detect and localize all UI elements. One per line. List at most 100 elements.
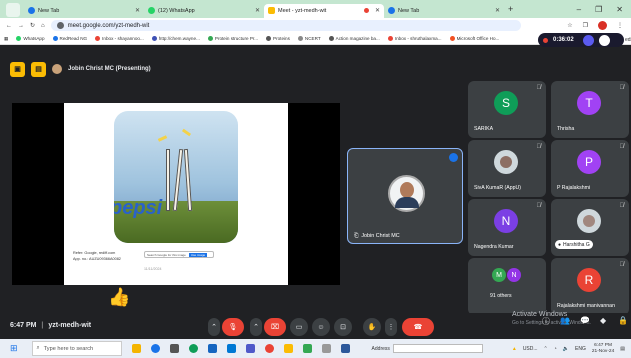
mail-icon[interactable] [226,344,236,353]
store-icon[interactable] [207,344,217,353]
participant-tile[interactable]: 🎙̸ R Rajalakshmi manivannan [551,258,629,315]
volume-icon[interactable]: 🔈 [563,346,569,352]
bookmark-star-icon[interactable]: ☆ [567,22,572,29]
activities-icon[interactable]: ◆ [600,316,606,325]
image-search-bar[interactable]: Search Google for this image Use image [144,251,214,258]
edge-icon[interactable] [188,344,198,353]
participant-tile[interactable]: 🎙̸ N Nagendra Kumar [468,199,546,256]
use-image-button[interactable]: Use image [188,252,208,257]
home-icon[interactable]: ⌂ [41,23,45,29]
close-icon[interactable]: ✕ [495,7,500,14]
address-input[interactable] [392,344,483,353]
cortana-icon[interactable] [150,344,160,353]
layout-icon[interactable]: ▣ [10,61,25,77]
settings-icon[interactable] [321,344,331,353]
stop-recording-button[interactable] [582,34,594,46]
url-field[interactable]: meet.google.com/yzt-medh-wit [50,20,521,31]
camera-off-button[interactable]: ⌧ [264,318,286,336]
bookmark-item[interactable]: Proteins [266,36,290,41]
windows-start-icon[interactable]: ⊞ [10,343,18,354]
tray-overflow-icon[interactable]: ⌃ [544,346,548,352]
emoji-button[interactable]: ☺ [312,318,330,336]
tab-whatsapp[interactable]: (12) WhatsApp ✕ [144,4,264,18]
mic-off-icon: 🎙̸ [619,262,625,268]
present-button[interactable]: ⊡ [334,318,352,336]
tab-search-icon[interactable] [6,3,20,17]
maximize-button[interactable]: ❐ [595,5,602,14]
bookmark-item[interactable]: http://chem.wayne... [151,36,200,41]
participant-name: Rajalakshmi manivannan [557,303,615,309]
slide: pepsi Refer: Google, rediff.com App. no.… [64,103,288,285]
bookmark-item[interactable]: Inbox - shruthalaxma... [387,36,442,41]
minimize-button[interactable]: – [577,5,581,14]
more-options-button[interactable]: ⋮ [385,318,397,336]
close-icon[interactable]: ✕ [375,7,380,14]
bookmark-item[interactable]: Inbox - shayannoo... [95,36,144,41]
raise-hand-button[interactable]: ✋ [363,318,381,336]
bookmark-item[interactable]: NCERT [297,36,321,41]
leave-call-button[interactable]: ☎ [402,318,434,336]
participant-tile[interactable]: 🎙̸ SivA KumaR (AppU) [468,140,546,197]
site-info-icon[interactable] [56,22,64,29]
close-icon[interactable]: ✕ [135,7,140,14]
avatar: N [494,209,518,233]
menu-icon[interactable]: ⋮ [617,22,623,29]
file-explorer-icon[interactable] [131,344,141,353]
participant-tile[interactable]: 🎙̸ ● Harshitha G [551,199,629,256]
folder-icon[interactable] [283,344,293,353]
host-controls-icon[interactable]: 🔒 [618,316,628,325]
participant-name-chip: ● Harshitha G [555,240,593,249]
chrome-icon[interactable] [264,344,274,353]
bookmarks-bar: ▦ WhatsApp RedRead NG Inbox - shayannoo.… [0,33,631,45]
pin-icon[interactable] [449,153,458,162]
notifications-icon[interactable]: ▤ [620,346,625,352]
apps-icon[interactable]: ▦ [4,36,8,42]
participant-tile[interactable]: 🎙̸ P P Rajalakshmi [551,140,629,197]
back-icon[interactable]: ← [6,23,12,29]
taskbar-search[interactable]: ⌕ Type here to search [31,341,122,356]
tab-title: Meet - yzt-medh-wit [278,7,327,14]
presenter-label: Jobin Christ MC (Presenting) [68,66,151,72]
taskbar-clock[interactable]: 6:47 PM 21-Nov-24 [592,343,614,355]
task-view-icon[interactable] [169,344,179,353]
language-indicator[interactable]: ENG [575,346,586,352]
edge-text: eds [625,37,631,43]
bookmark-item[interactable]: RedRead NG [52,36,87,41]
forward-icon[interactable]: → [18,23,24,29]
mic-button[interactable] [598,34,610,46]
info-icon[interactable]: ⓘ [542,316,550,327]
participant-tile[interactable]: 🎙̸ T Thrisha [551,81,629,138]
profile-avatar[interactable] [598,21,607,30]
bookmark-item[interactable]: Action magazine ba... [328,36,380,41]
stock-ticker[interactable]: USD... [523,346,538,352]
new-tab-button[interactable]: + [508,4,513,14]
network-icon[interactable]: ◔ [554,346,557,352]
bookmark-item[interactable]: WhatsApp [16,36,45,41]
app-icon[interactable] [302,344,312,353]
participant-tile[interactable]: 🎙̸ S SARIKA [468,81,546,138]
chrome-icon [28,7,35,14]
captions-button[interactable]: ▭ [290,318,308,336]
video-options-button[interactable]: ⌃ [250,318,262,336]
presenter-tile[interactable]: ⎗ Jobin Christ MC [347,148,463,244]
tab-new-tab-2[interactable]: New Tab ✕ [384,4,504,18]
close-icon[interactable]: ✕ [255,7,260,14]
close-window-button[interactable]: ✕ [616,5,623,14]
participant-tile-others[interactable]: M N 91 others [468,258,546,315]
word-icon[interactable] [340,344,350,353]
address-bar: ← → ↻ ⌂ meet.google.com/yzt-medh-wit ☆ ❐… [0,18,631,33]
chat-icon[interactable]: 💬 [580,316,590,325]
screen: New Tab ✕ (12) WhatsApp ✕ Meet - yzt-med… [0,0,631,358]
bookmark-item[interactable]: Protein structure Pr... [207,36,258,41]
teams-icon[interactable] [245,344,255,353]
people-icon[interactable]: 👥 [560,316,570,325]
extensions-icon[interactable]: ❐ [583,22,588,29]
tab-meet[interactable]: Meet - yzt-medh-wit ✕ [264,3,384,18]
reload-icon[interactable]: ↻ [30,22,35,29]
present-icon[interactable]: ▤ [31,61,46,77]
taskbar-address-toolbar: Address [372,344,483,353]
mic-off-button[interactable]: 🎙 [222,318,244,336]
audio-options-button[interactable]: ⌃ [208,318,220,336]
bookmark-item[interactable]: Microsoft Office Ho... [449,36,499,41]
tab-new-tab-1[interactable]: New Tab ✕ [24,4,144,18]
